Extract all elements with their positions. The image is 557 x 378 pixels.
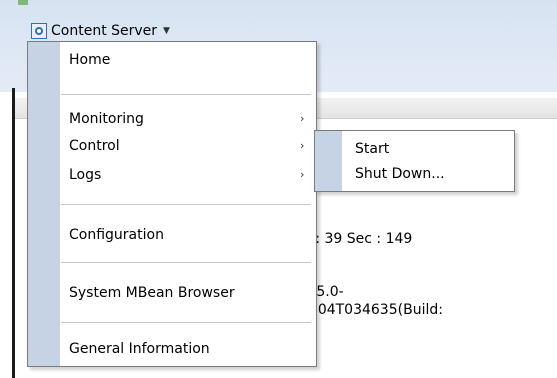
control-submenu: Start Shut Down...	[314, 130, 515, 192]
menu-item-general-information[interactable]: General Information	[69, 339, 210, 359]
menu-item-logs[interactable]: Logs	[69, 165, 101, 185]
menu-item-home[interactable]: Home	[69, 50, 110, 70]
menu-separator	[61, 262, 311, 263]
menu-item-control[interactable]: Control	[69, 136, 120, 156]
menu-icon-gutter	[28, 42, 60, 366]
content-server-icon	[31, 23, 47, 39]
submenu-arrow-icon: ›	[300, 112, 305, 125]
submenu-arrow-icon: ›	[300, 139, 305, 152]
menu-separator	[61, 322, 311, 323]
content-server-menu-button[interactable]: Content Server ▼	[31, 20, 170, 42]
submenu-item-shut-down[interactable]: Shut Down...	[355, 164, 445, 184]
version-text-line2: 0304T034635(Build:	[300, 302, 443, 318]
menu-item-system-mbean-browser[interactable]: System MBean Browser	[69, 283, 235, 303]
menu-button-label: Content Server	[51, 23, 158, 39]
uptime-text: n : 39 Sec : 149	[302, 231, 413, 247]
submenu-item-start[interactable]: Start	[355, 139, 389, 159]
window-title-strip	[0, 0, 557, 6]
menu-item-monitoring[interactable]: Monitoring	[69, 109, 144, 129]
submenu-arrow-icon: ›	[300, 168, 305, 181]
menu-separator	[61, 204, 311, 205]
submenu-icon-gutter	[315, 131, 342, 191]
menu-separator	[61, 94, 311, 95]
content-server-dropdown-menu: Home Monitoring › Control › Logs › Confi…	[27, 41, 317, 367]
chevron-down-icon: ▼	[163, 26, 170, 36]
app-icon	[18, 0, 28, 5]
menu-item-configuration[interactable]: Configuration	[69, 225, 164, 245]
